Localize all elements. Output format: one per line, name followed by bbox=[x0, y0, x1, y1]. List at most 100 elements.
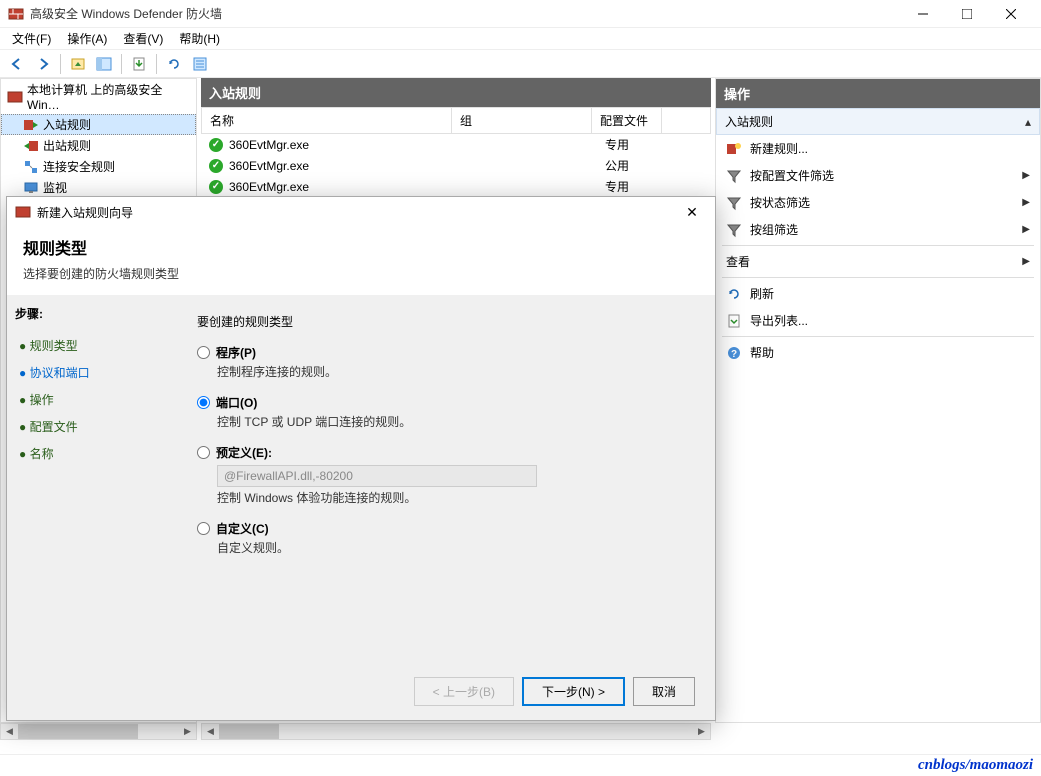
col-profile[interactable]: 配置文件 bbox=[592, 108, 662, 133]
option-program-label[interactable]: 程序(P) bbox=[197, 344, 695, 361]
option-predefined: 预定义(E): @FirewallAPI.dll,-80200 控制 Windo… bbox=[197, 444, 695, 506]
actions-section-header[interactable]: 入站规则 ▴ bbox=[716, 108, 1040, 135]
refresh-button[interactable] bbox=[163, 53, 185, 75]
option-custom-label[interactable]: 自定义(C) bbox=[197, 520, 695, 537]
close-button[interactable] bbox=[989, 0, 1033, 28]
properties-button[interactable] bbox=[189, 53, 211, 75]
back-button[interactable] bbox=[6, 53, 28, 75]
action-new-rule[interactable]: 新建规则... bbox=[716, 135, 1040, 162]
scroll-thumb[interactable] bbox=[219, 724, 279, 739]
menu-file[interactable]: 文件(F) bbox=[4, 28, 59, 49]
back-button: < 上一步(B) bbox=[414, 677, 514, 706]
rule-row[interactable]: ✓ 360EvtMgr.exe 专用 bbox=[201, 176, 711, 197]
col-group[interactable]: 组 bbox=[452, 108, 592, 133]
menu-view[interactable]: 查看(V) bbox=[115, 28, 171, 49]
option-port-desc: 控制 TCP 或 UDP 端口连接的规则。 bbox=[217, 413, 695, 430]
action-filter-profile-label: 按配置文件筛选 bbox=[750, 167, 834, 184]
action-view[interactable]: 查看 ▶ bbox=[716, 248, 1040, 275]
wizard-close-button[interactable]: ✕ bbox=[677, 204, 707, 221]
toolbar-separator-3 bbox=[156, 54, 157, 74]
rule-row[interactable]: ✓ 360EvtMgr.exe 专用 bbox=[201, 134, 711, 155]
actions-panel: 操作 入站规则 ▴ 新建规则... 按配置文件筛选 ▶ 按状态筛选 ▶ 按组筛选… bbox=[715, 78, 1041, 723]
firewall-icon bbox=[7, 89, 23, 105]
up-button[interactable] bbox=[67, 53, 89, 75]
minimize-button[interactable] bbox=[901, 0, 945, 28]
step-protocol[interactable]: ● 协议和端口 bbox=[15, 359, 169, 386]
tree-hscroll[interactable]: ◀ ▶ bbox=[0, 723, 197, 740]
scroll-right-icon[interactable]: ▶ bbox=[693, 724, 710, 739]
radio-program[interactable] bbox=[197, 346, 210, 359]
maximize-button[interactable] bbox=[945, 0, 989, 28]
rule-profile: 专用 bbox=[605, 178, 675, 195]
scroll-left-icon[interactable]: ◀ bbox=[1, 724, 18, 739]
allow-icon: ✓ bbox=[209, 180, 223, 194]
column-headers: 名称 组 配置文件 bbox=[201, 107, 711, 134]
step-profile[interactable]: ● 配置文件 bbox=[15, 413, 169, 440]
actions-section-label: 入站规则 bbox=[725, 113, 773, 130]
step-ruletype[interactable]: ● 规则类型 bbox=[15, 332, 169, 359]
menu-action[interactable]: 操作(A) bbox=[59, 28, 115, 49]
firewall-icon bbox=[15, 204, 31, 220]
chevron-right-icon: ▶ bbox=[1022, 170, 1030, 181]
rule-profile: 专用 bbox=[605, 136, 675, 153]
allow-icon: ✓ bbox=[209, 138, 223, 152]
toolbar bbox=[0, 50, 1041, 78]
next-button[interactable]: 下一步(N) > bbox=[522, 677, 625, 706]
filter-icon bbox=[726, 168, 742, 184]
action-help[interactable]: ? 帮助 bbox=[716, 339, 1040, 366]
radio-custom[interactable] bbox=[197, 522, 210, 535]
menu-help[interactable]: 帮助(H) bbox=[171, 28, 228, 49]
help-icon: ? bbox=[726, 345, 742, 361]
rule-profile: 公用 bbox=[605, 157, 675, 174]
tree-outbound-rules[interactable]: 出站规则 bbox=[1, 135, 196, 156]
cancel-button[interactable]: 取消 bbox=[633, 677, 695, 706]
col-name[interactable]: 名称 bbox=[202, 108, 452, 133]
tree-root[interactable]: 本地计算机 上的高级安全 Win… bbox=[1, 79, 196, 114]
tree-monitor[interactable]: 监视 bbox=[1, 177, 196, 198]
wizard-steps: 步骤: ● 规则类型 ● 协议和端口 ● 操作 ● 配置文件 ● 名称 bbox=[7, 295, 177, 720]
option-custom-desc: 自定义规则。 bbox=[217, 539, 695, 556]
radio-port[interactable] bbox=[197, 396, 210, 409]
forward-button[interactable] bbox=[32, 53, 54, 75]
action-filter-profile[interactable]: 按配置文件筛选 ▶ bbox=[716, 162, 1040, 189]
steps-label: 步骤: bbox=[15, 305, 169, 322]
step-operation[interactable]: ● 操作 bbox=[15, 386, 169, 413]
action-refresh[interactable]: 刷新 bbox=[716, 280, 1040, 307]
option-port: 端口(O) 控制 TCP 或 UDP 端口连接的规则。 bbox=[197, 394, 695, 430]
chevron-right-icon: ▶ bbox=[1022, 224, 1030, 235]
rule-row[interactable]: ✓ 360EvtMgr.exe 公用 bbox=[201, 155, 711, 176]
window-titlebar: 高级安全 Windows Defender 防火墙 bbox=[0, 0, 1041, 28]
divider bbox=[722, 245, 1034, 246]
firewall-icon bbox=[8, 6, 24, 22]
tree-root-label: 本地计算机 上的高级安全 Win… bbox=[27, 81, 190, 112]
wizard-buttons: < 上一步(B) 下一步(N) > 取消 bbox=[414, 677, 695, 706]
action-export[interactable]: 导出列表... bbox=[716, 307, 1040, 334]
action-filter-group[interactable]: 按组筛选 ▶ bbox=[716, 216, 1040, 243]
predefined-dropdown: @FirewallAPI.dll,-80200 bbox=[217, 465, 537, 487]
center-header: 入站规则 bbox=[201, 78, 711, 107]
action-view-label: 查看 bbox=[726, 253, 750, 270]
option-predefined-label[interactable]: 预定义(E): bbox=[197, 444, 695, 461]
chevron-right-icon: ▶ bbox=[1022, 256, 1030, 267]
show-hide-tree-button[interactable] bbox=[93, 53, 115, 75]
step-name[interactable]: ● 名称 bbox=[15, 440, 169, 467]
tree-inbound-rules[interactable]: 入站规则 bbox=[1, 114, 196, 135]
action-new-rule-label: 新建规则... bbox=[750, 140, 808, 157]
center-hscroll[interactable]: ◀ ▶ bbox=[201, 723, 711, 740]
tree-inbound-label: 入站规则 bbox=[43, 116, 91, 133]
actions-header: 操作 bbox=[716, 79, 1040, 108]
new-rule-wizard: 新建入站规则向导 ✕ 规则类型 选择要创建的防火墙规则类型 步骤: ● 规则类型… bbox=[6, 196, 716, 721]
scroll-right-icon[interactable]: ▶ bbox=[179, 724, 196, 739]
scroll-thumb[interactable] bbox=[18, 724, 138, 739]
option-port-label[interactable]: 端口(O) bbox=[197, 394, 695, 411]
radio-predefined[interactable] bbox=[197, 446, 210, 459]
filter-icon bbox=[726, 222, 742, 238]
action-filter-state[interactable]: 按状态筛选 ▶ bbox=[716, 189, 1040, 216]
action-filter-group-label: 按组筛选 bbox=[750, 221, 798, 238]
wizard-subheading: 选择要创建的防火墙规则类型 bbox=[23, 265, 699, 282]
export-button[interactable] bbox=[128, 53, 150, 75]
tree-connsec-label: 连接安全规则 bbox=[43, 158, 115, 175]
action-refresh-label: 刷新 bbox=[750, 285, 774, 302]
tree-connection-security[interactable]: 连接安全规则 bbox=[1, 156, 196, 177]
scroll-left-icon[interactable]: ◀ bbox=[202, 724, 219, 739]
